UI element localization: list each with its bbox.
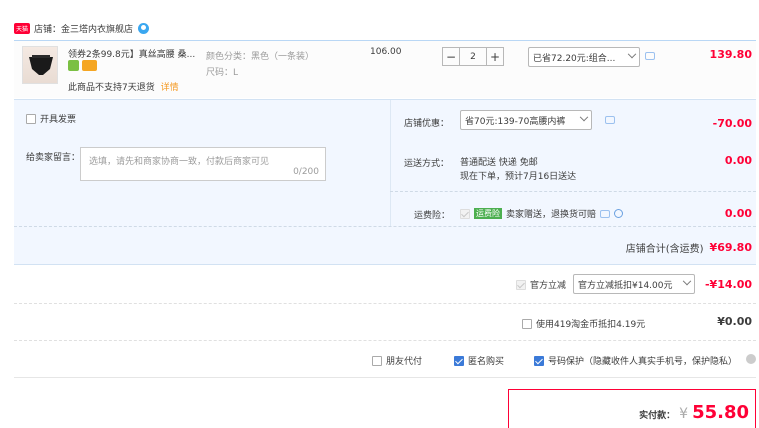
- divider: [14, 226, 756, 227]
- quantity-input[interactable]: 2: [460, 47, 486, 66]
- shipping-eta: 现在下单，预计7月16日送达: [460, 172, 577, 182]
- help-icon[interactable]: [746, 354, 756, 364]
- chat-icon[interactable]: [600, 209, 611, 218]
- extra-options-row: 朋友代付 匿名购买 号码保护（隐藏收件人真实手机号，保护隐私）: [14, 342, 756, 378]
- official-discount-select[interactable]: 官方立减抵扣¥14.00元: [573, 274, 695, 294]
- privacy-checkbox[interactable]: [534, 355, 544, 366]
- anonymous-option[interactable]: 匿名购买: [454, 354, 504, 367]
- wangwang-icon[interactable]: [138, 22, 150, 34]
- privacy-option[interactable]: 号码保护（隐藏收件人真实手机号，保护隐私）: [534, 354, 737, 367]
- shop-promo-label: 店铺优惠：: [404, 119, 450, 129]
- card-icon[interactable]: [82, 60, 97, 71]
- shipping-label: 运送方式：: [404, 159, 450, 169]
- item-promo-select-value: 已省72.20元:组合...: [533, 53, 616, 64]
- shipping-method: 普通配送 快递 免邮: [460, 158, 538, 168]
- coins-amount: ¥0.00: [717, 315, 752, 328]
- assurance-icon[interactable]: [68, 60, 79, 71]
- payment-total: 实付款： ¥ 55.80: [639, 402, 749, 423]
- insurance-amount: 0.00: [724, 207, 752, 220]
- insurance-label: 运费险：: [414, 211, 451, 221]
- chat-icon[interactable]: [645, 52, 655, 60]
- invoice-label: 开具发票: [40, 115, 77, 125]
- shop-label: 店铺：: [34, 24, 62, 35]
- shop-promo-select[interactable]: 省70元:139-70高腰内裤: [460, 110, 592, 130]
- quantity-stepper: − 2 +: [442, 47, 504, 66]
- size-value: L: [233, 68, 239, 78]
- shop-promo-amount: -70.00: [712, 117, 752, 130]
- message-counter: 0/200: [293, 167, 319, 177]
- coins-label: 使用419淘金币抵扣4.19元: [536, 320, 646, 330]
- invoice-checkbox[interactable]: [26, 113, 36, 124]
- item-subtotal: 139.80: [709, 48, 752, 61]
- insurance-checkbox: [460, 208, 470, 219]
- tmall-badge: 天猫: [14, 22, 31, 34]
- privacy-label: 号码保护（隐藏收件人真实手机号，保护隐私）: [548, 357, 738, 367]
- official-discount-row: 官方立减 官方立减抵扣¥14.00元 -¥14.00: [14, 266, 756, 304]
- invoice-option[interactable]: 开具发票: [26, 112, 76, 125]
- payment-currency: ¥: [679, 406, 689, 422]
- insurance-tag: 运费险: [474, 208, 502, 219]
- size-label: 尺码：: [206, 68, 234, 78]
- shipping-amount: 0.00: [724, 154, 752, 167]
- message-label: 给卖家留言：: [26, 153, 81, 163]
- chevron-down-icon: [579, 112, 589, 122]
- official-discount-option: 官方立减: [516, 278, 566, 291]
- divider: [390, 100, 391, 226]
- return-detail-link[interactable]: 详情: [161, 83, 179, 93]
- color-label: 颜色分类：: [206, 52, 252, 62]
- shop-total-amount: ¥69.80: [709, 241, 752, 254]
- shop-total-label: 店铺合计(含运费): [625, 244, 704, 255]
- message-placeholder: 选填，请先和商家协商一致，付款后商家可见: [89, 157, 270, 167]
- chevron-down-icon: [627, 49, 637, 59]
- color-value: 黑色（一条装）: [251, 52, 315, 62]
- help-icon[interactable]: [614, 209, 624, 218]
- return-notice: 此商品不支持7天退货 详情: [68, 80, 179, 93]
- item-promo-select[interactable]: 已省72.20元:组合...: [528, 47, 640, 67]
- official-discount-checkbox: [516, 279, 526, 290]
- payment-amount: 55.80: [692, 402, 749, 423]
- shop-header: 天猫 店铺： 金三塔内衣旗舰店: [14, 20, 150, 36]
- color-attr: 颜色分类：黑色（一条装）: [206, 49, 314, 62]
- coins-checkbox[interactable]: [522, 318, 532, 329]
- friend-pay-label: 朋友代付: [386, 357, 423, 367]
- anonymous-label: 匿名购买: [468, 357, 505, 367]
- insurance-option: 运费险 卖家赠送，退换货可赔: [460, 207, 624, 220]
- friend-pay-checkbox[interactable]: [372, 355, 382, 366]
- coins-row: 使用419淘金币抵扣4.19元 ¥0.00: [14, 305, 756, 341]
- insurance-desc: 卖家赠送，退换货可赔: [506, 210, 597, 220]
- item-row: 领券2条99.8元】真丝高腰 桑... 此商品不支持7天退货 详情 颜色分类：黑…: [14, 40, 756, 98]
- shop-promo-select-value: 省70元:139-70高腰内裤: [465, 116, 566, 127]
- product-title-link[interactable]: 领券2条99.8元】真丝高腰 桑...: [68, 47, 198, 60]
- payment-summary: 实付款： ¥ 55.80: [508, 389, 756, 428]
- return-notice-text: 此商品不支持7天退货: [68, 83, 155, 93]
- quantity-minus-button[interactable]: −: [442, 47, 460, 66]
- official-discount-select-value: 官方立减抵扣¥14.00元: [578, 280, 673, 291]
- service-icons: [68, 60, 97, 71]
- size-attr: 尺码：L: [206, 65, 238, 78]
- anonymous-checkbox[interactable]: [454, 355, 464, 366]
- shop-name-link[interactable]: 金三塔内衣旗舰店: [61, 22, 133, 35]
- order-options-panel: 开具发票 给卖家留言： 选填，请先和商家协商一致，付款后商家可见 0/200 店…: [14, 99, 756, 265]
- product-thumbnail[interactable]: [22, 46, 58, 84]
- chat-icon[interactable]: [605, 116, 615, 124]
- friend-pay-option[interactable]: 朋友代付: [372, 354, 422, 367]
- quantity-plus-button[interactable]: +: [486, 47, 504, 66]
- official-discount-label: 官方立减: [530, 281, 567, 291]
- divider: [390, 191, 756, 192]
- shop-total: 店铺合计(含运费) ¥69.80: [626, 240, 752, 255]
- coins-option[interactable]: 使用419淘金币抵扣4.19元: [522, 317, 645, 330]
- message-textarea[interactable]: 选填，请先和商家协商一致，付款后商家可见 0/200: [80, 147, 326, 181]
- unit-price: 106.00: [370, 47, 402, 57]
- payment-label: 实付款：: [639, 411, 676, 421]
- chevron-down-icon: [682, 276, 692, 286]
- official-discount-amount: -¥14.00: [704, 278, 752, 291]
